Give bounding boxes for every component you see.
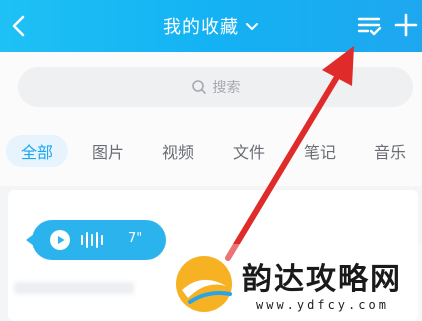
search-icon: [191, 80, 206, 94]
tab-videos[interactable]: 视频: [162, 135, 194, 167]
tab-all[interactable]: 全部: [6, 135, 68, 167]
tab-notes[interactable]: 笔记: [304, 135, 336, 167]
audio-wave-icon: [81, 232, 103, 248]
list-button[interactable]: [356, 13, 384, 39]
blurred-content: [14, 282, 134, 294]
plus-icon: [394, 13, 418, 37]
tab-images[interactable]: 图片: [92, 135, 124, 167]
search-input[interactable]: 搜索: [18, 67, 413, 107]
voice-message[interactable]: 7": [26, 220, 166, 260]
add-button[interactable]: [392, 11, 420, 39]
chevron-down-icon: [246, 23, 258, 30]
voice-duration: 7": [128, 231, 143, 246]
watermark-url: www.ydfcy.com: [256, 298, 389, 312]
tab-files[interactable]: 文件: [233, 135, 265, 167]
tab-music[interactable]: 音乐: [374, 135, 406, 167]
category-tabs: 全部 图片 视频 文件 笔记 音乐: [0, 116, 422, 186]
watermark-name: 韵达攻略网: [242, 262, 402, 297]
top-bar: 我的收藏: [0, 0, 422, 52]
list-check-icon: [357, 17, 382, 36]
play-icon[interactable]: [50, 230, 70, 250]
page-title: 我的收藏: [163, 17, 239, 38]
watermark: 韵达攻略网 www.ydfcy.com: [168, 244, 422, 321]
search-placeholder: 搜索: [212, 80, 241, 96]
bubble-tail: [26, 234, 34, 246]
site-logo: [176, 256, 232, 312]
search-area: 搜索: [0, 52, 422, 116]
